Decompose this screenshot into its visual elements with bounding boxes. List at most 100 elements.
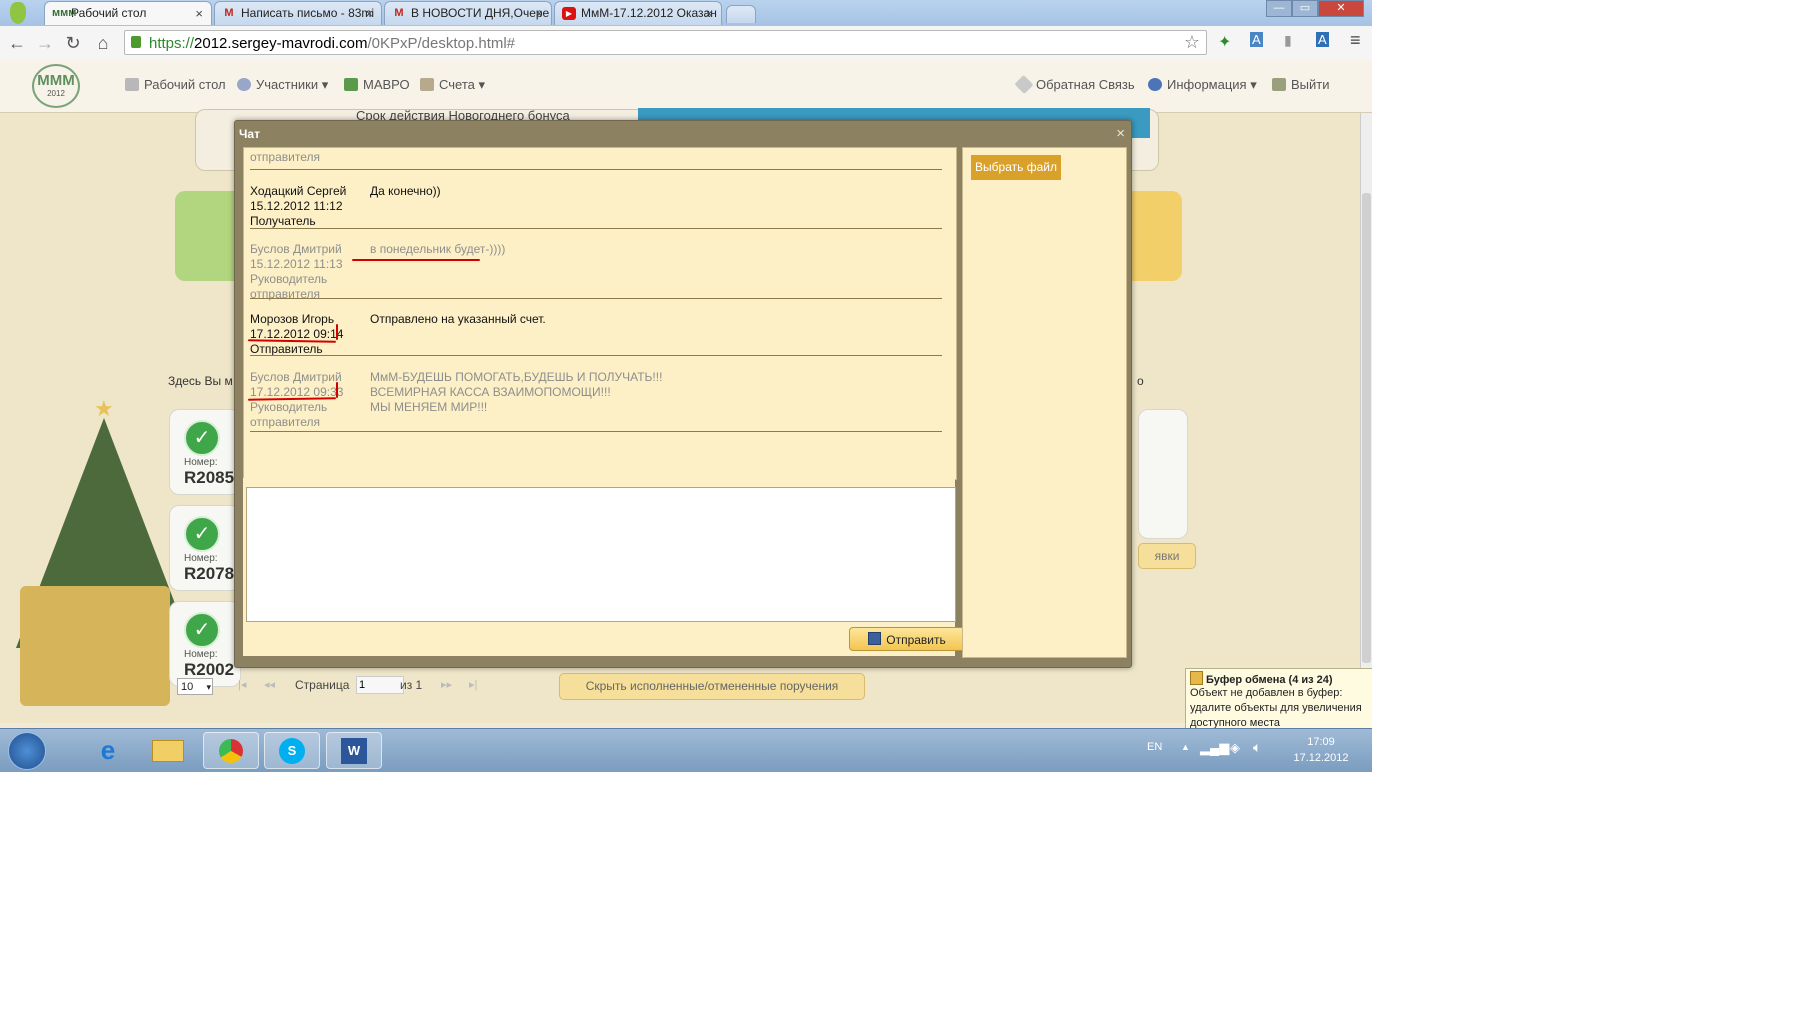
clipboard-notification[interactable]: Буфер обмена (4 из 24) Объект не добавле… xyxy=(1185,668,1372,736)
clock-date: 17.12.2012 xyxy=(1293,752,1349,764)
hide-completed-label: Скрыть исполненные/отмененные поручения xyxy=(585,679,839,693)
per-page-select[interactable]: 10 ▾ xyxy=(177,678,213,695)
minimize-button[interactable]: — xyxy=(1266,0,1292,17)
menu-label: Выйти xyxy=(1291,77,1330,92)
translate-icon[interactable]: A xyxy=(1316,32,1329,47)
menu-label: Информация xyxy=(1167,77,1247,92)
menu-feedback[interactable]: Обратная Связь xyxy=(1014,74,1135,95)
ie-icon[interactable]: e xyxy=(80,732,136,769)
hide-completed-button[interactable]: Скрыть исполненные/отмененные поручения xyxy=(559,673,865,700)
url-path: /0KPxP/desktop.html# xyxy=(367,35,516,52)
tab-gmail-news[interactable]: M В НОВОСТИ ДНЯ,Очере × xyxy=(384,1,552,25)
extension-butterfly-icon[interactable]: ✦ xyxy=(1218,32,1231,52)
clock-time: 17:09 xyxy=(1307,736,1335,748)
start-button[interactable] xyxy=(8,732,46,770)
message-separator xyxy=(250,169,942,170)
menu-participants[interactable]: Участники ▾ xyxy=(237,77,328,93)
right-info-card xyxy=(1138,409,1188,539)
deal-card[interactable]: ✓ Номер: R2085 xyxy=(169,409,241,495)
back-arrow-icon[interactable]: ← xyxy=(6,32,28,54)
menu-exit[interactable]: Выйти xyxy=(1272,77,1330,92)
network-icon[interactable]: ▂▄▆ xyxy=(1200,740,1229,756)
menu-desktop[interactable]: Рабочий стол xyxy=(125,77,226,92)
menu-label: Участники xyxy=(256,77,319,92)
tab-gmail-compose[interactable]: M Написать письмо - 83mi × xyxy=(214,1,382,25)
apps-button[interactable]: явки xyxy=(1138,543,1196,569)
clipboard-message: Объект не добавлен в буфер: удалите объе… xyxy=(1190,687,1362,729)
page-scrollbar[interactable] xyxy=(1360,113,1372,723)
red-underline xyxy=(336,324,338,340)
page-number-input[interactable] xyxy=(356,676,404,694)
deal-number: R2002 xyxy=(184,660,235,679)
tab-close-icon[interactable]: × xyxy=(195,2,203,25)
scrollbar-thumb[interactable] xyxy=(1362,193,1371,663)
word-icon[interactable]: W xyxy=(326,732,382,769)
tab-close-icon[interactable]: × xyxy=(365,2,373,25)
menu-icon[interactable]: ≡ xyxy=(1350,30,1361,51)
mmm-favicon-icon: ммм xyxy=(52,7,77,19)
accounts-icon xyxy=(420,78,434,91)
tab-title: Рабочий стол xyxy=(71,6,147,20)
tab-close-icon[interactable]: × xyxy=(535,2,543,25)
send-button[interactable]: Отправить xyxy=(849,627,965,651)
prev-page-icon[interactable]: ◂◂ xyxy=(264,678,275,691)
chrome-icon[interactable] xyxy=(203,732,259,769)
first-page-icon[interactable]: |◂ xyxy=(238,678,246,691)
menu-info[interactable]: Информация ▾ xyxy=(1148,77,1257,93)
message-separator xyxy=(250,298,942,299)
tray-arrow-icon[interactable]: ▲ xyxy=(1181,742,1190,752)
explorer-icon[interactable] xyxy=(140,732,196,769)
home-icon[interactable]: ⌂ xyxy=(92,32,114,54)
menu-label: Счета xyxy=(439,77,475,92)
skype-icon[interactable]: S xyxy=(264,732,320,769)
window-close-button[interactable]: ✕ xyxy=(1318,0,1364,17)
tab-youtube[interactable]: ▶ МмМ-17.12.2012 Оказан × xyxy=(554,1,722,25)
chat-message-input[interactable] xyxy=(246,487,956,622)
clock[interactable]: 17:09 17.12.2012 xyxy=(1290,734,1352,766)
language-indicator[interactable]: EN xyxy=(1147,741,1162,753)
tab-title: В НОВОСТИ ДНЯ,Очере xyxy=(411,6,550,20)
volume-icon[interactable]: 🔈︎ xyxy=(1253,739,1261,756)
translate-icon[interactable]: A xyxy=(1250,32,1263,47)
clipboard-icon xyxy=(1190,671,1203,685)
shield-icon[interactable]: ◈ xyxy=(1230,740,1240,756)
deal-number: R2085 xyxy=(184,468,235,487)
maximize-button[interactable]: ▭ xyxy=(1292,0,1318,17)
tab-desktop[interactable]: ммм Рабочий стол × xyxy=(44,1,212,25)
chrome-logo-icon xyxy=(10,2,26,24)
choose-file-button[interactable]: Выбрать файл xyxy=(971,155,1061,180)
deal-card[interactable]: ✓ Номер: R2078 xyxy=(169,505,241,591)
desktop-icon xyxy=(125,78,139,91)
deal-card[interactable]: ✓ Номер: R2002 xyxy=(169,601,241,687)
forward-arrow-icon[interactable]: → xyxy=(34,32,56,54)
browser-toolbar: ← → ↻ ⌂ https://2012.sergey-mavrodi.com/… xyxy=(0,26,1372,61)
message-author: Буслов Дмитрий xyxy=(250,242,342,256)
message-separator xyxy=(250,355,942,356)
users-icon xyxy=(237,78,251,91)
new-tab-button[interactable] xyxy=(726,5,756,23)
tab-close-icon[interactable]: × xyxy=(705,2,713,25)
address-bar[interactable]: https://2012.sergey-mavrodi.com/0KPxP/de… xyxy=(124,30,1207,55)
chat-title: Чат xyxy=(239,127,260,141)
mmm-logo[interactable]: МММ 2012 xyxy=(32,64,80,108)
last-page-icon[interactable]: ▸| xyxy=(469,678,477,691)
next-page-icon[interactable]: ▸▸ xyxy=(441,678,452,691)
gmail-icon: M xyxy=(224,7,234,19)
menu-mavro[interactable]: МАВРО xyxy=(344,77,410,92)
chat-scrollbar[interactable]: ▲ ▼ xyxy=(956,148,957,479)
info-icon xyxy=(1148,78,1162,91)
logo-text: МММ xyxy=(37,72,75,89)
per-page-value: 10 xyxy=(181,681,194,693)
youtube-icon: ▶ xyxy=(562,7,576,20)
message-author: Морозов Игорь xyxy=(250,312,335,326)
close-icon[interactable]: × xyxy=(1116,125,1125,142)
message-text: Да конечно)) xyxy=(370,184,441,198)
message-role: Руководитель отправителя xyxy=(250,400,328,429)
reload-icon[interactable]: ↻ xyxy=(62,32,84,54)
message-date: 15.12.2012 11:13 xyxy=(250,257,343,271)
bookmark-star-icon[interactable]: ☆ xyxy=(1184,32,1200,53)
message-meta: Буслов Дмитрий 15.12.2012 11:13 Руководи… xyxy=(250,242,343,302)
menu-accounts[interactable]: Счета ▾ xyxy=(420,77,485,93)
message-text: в понедельник будет-)))) xyxy=(370,242,506,256)
signal-icon[interactable]: ▮ xyxy=(1284,32,1292,49)
